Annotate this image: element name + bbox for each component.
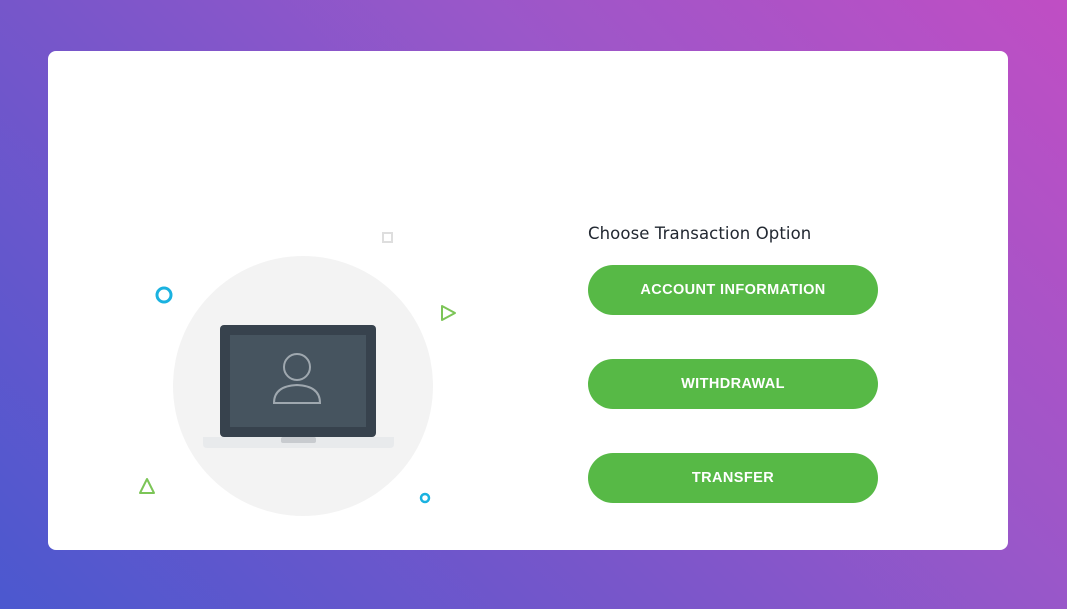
small-ring-icon xyxy=(419,492,431,504)
account-information-button[interactable]: ACCOUNT INFORMATION xyxy=(588,265,878,315)
withdrawal-button[interactable]: WITHDRAWAL xyxy=(588,359,878,409)
ring-icon xyxy=(155,286,173,304)
transaction-card: Choose Transaction Option ACCOUNT INFORM… xyxy=(48,51,1008,550)
triangle-icon xyxy=(139,478,155,494)
square-icon xyxy=(382,232,393,243)
play-triangle-icon xyxy=(441,305,456,321)
laptop-icon xyxy=(203,325,394,448)
transfer-button[interactable]: TRANSFER xyxy=(588,453,878,503)
illustration-graphic xyxy=(139,232,456,516)
laptop-illustration xyxy=(138,226,468,526)
transaction-options: Choose Transaction Option ACCOUNT INFORM… xyxy=(588,223,888,503)
options-heading: Choose Transaction Option xyxy=(588,224,812,243)
